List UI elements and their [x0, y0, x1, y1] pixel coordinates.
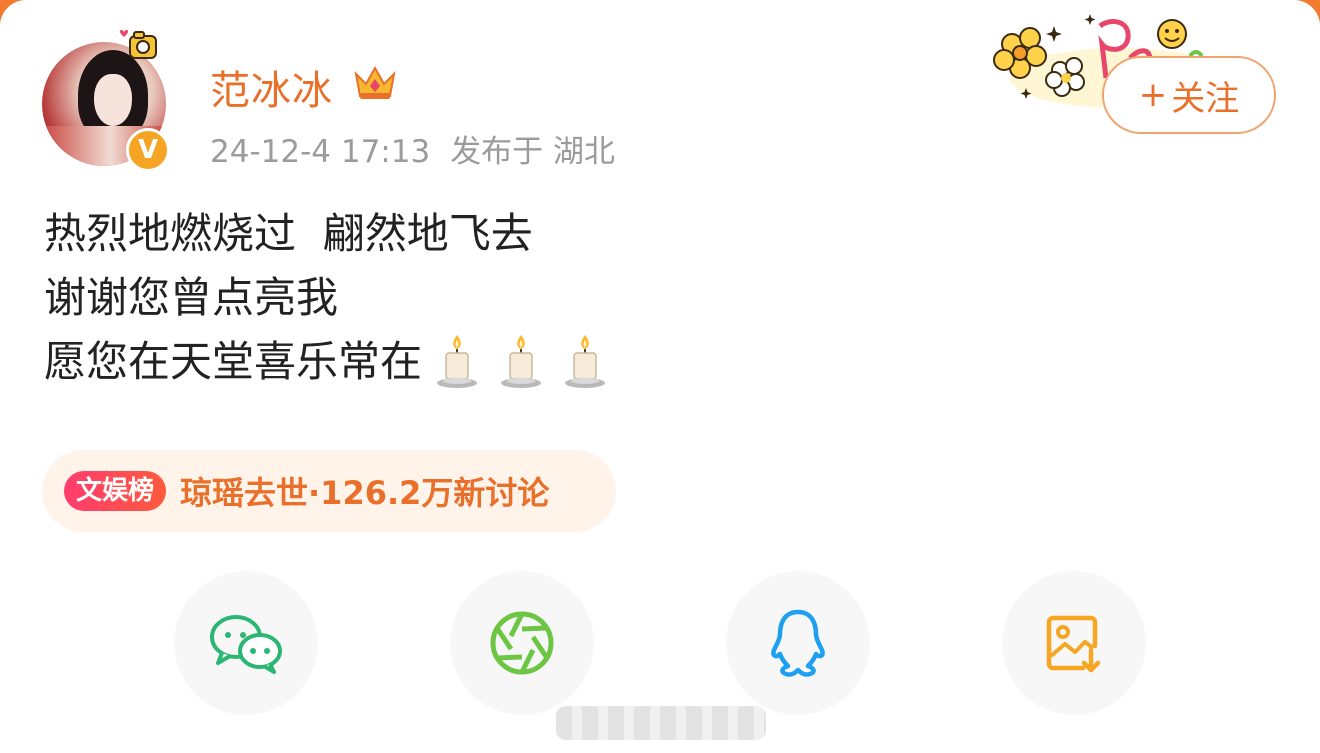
- hot-topic-text: 琼瑶去世·126.2万新讨论: [180, 474, 550, 512]
- save-image-icon: [1046, 615, 1101, 673]
- follow-button[interactable]: + 关注: [1102, 56, 1276, 134]
- post-location: 发布于 湖北: [450, 134, 616, 170]
- moments-icon: [490, 611, 554, 675]
- post-line: 谢谢您曾点亮我: [44, 273, 339, 322]
- plus-icon: +: [1138, 75, 1168, 115]
- share-qq-button[interactable]: [726, 571, 870, 715]
- post-card: V 范冰冰 24-12-4 17:13 发布于 湖北 + 关注 热烈地燃烧过 翩…: [0, 0, 1320, 753]
- follow-button-label: 关注: [1171, 78, 1240, 119]
- crown-icon: [354, 65, 396, 99]
- wechat-icon: [210, 615, 282, 674]
- candle-icon: [565, 335, 606, 388]
- post-timestamp: 24-12-4 17:13: [210, 134, 431, 170]
- camera-pendant-icon: [119, 29, 157, 59]
- candle-icon: [437, 335, 478, 388]
- candle-emoji-group: [428, 333, 610, 391]
- candle-icon: [501, 335, 542, 388]
- qq-icon: [771, 609, 825, 677]
- post-meta: 24-12-4 17:13 发布于 湖北: [210, 126, 615, 171]
- share-wechat-button[interactable]: [174, 571, 318, 715]
- hot-topic-tag[interactable]: 文娱榜 琼瑶去世·126.2万新讨论: [42, 450, 616, 532]
- post-line-with-emoji: 愿您在天堂喜乐常在: [44, 330, 610, 394]
- watermark-bar: [556, 706, 766, 740]
- save-image-button[interactable]: [1002, 571, 1146, 715]
- hot-list-badge: 文娱榜: [64, 471, 167, 511]
- share-moments-button[interactable]: [450, 571, 594, 715]
- verified-badge-icon: V: [126, 128, 170, 172]
- post-line-text: 愿您在天堂喜乐常在: [44, 337, 423, 386]
- avatar-face: [94, 74, 132, 126]
- username[interactable]: 范冰冰: [210, 58, 333, 116]
- post-body: 热烈地燃烧过 翩然地飞去 谢谢您曾点亮我 愿您在天堂喜乐常在: [44, 202, 610, 394]
- post-line: 热烈地燃烧过 翩然地飞去: [44, 209, 533, 258]
